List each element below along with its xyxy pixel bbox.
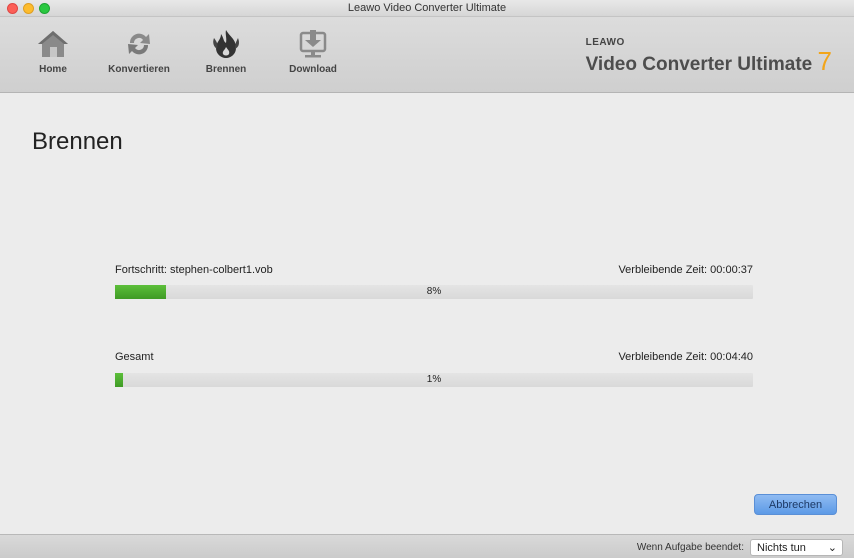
current-progress-bar: 8% bbox=[115, 285, 753, 299]
page-title: Brennen bbox=[32, 128, 123, 155]
total-time-caption: Verbleibende Zeit: bbox=[618, 351, 708, 363]
current-time-caption: Verbleibende Zeit: bbox=[618, 264, 708, 276]
home-icon bbox=[38, 31, 68, 57]
chevron-down-icon: ⌄ bbox=[827, 542, 837, 554]
toolbar-burn-label: Brennen bbox=[205, 64, 247, 75]
download-icon bbox=[299, 30, 327, 58]
total-remaining-time: Verbleibende Zeit: 00:04:40 bbox=[618, 351, 753, 363]
toolbar-download-button[interactable]: Download bbox=[273, 25, 353, 85]
cancel-button[interactable]: Abbrechen bbox=[754, 494, 837, 515]
convert-icon bbox=[128, 33, 150, 55]
total-progress-label: Gesamt bbox=[115, 351, 154, 363]
brand-version: 7 bbox=[817, 46, 832, 76]
main-toolbar: Home Konvertieren Brennen Download LEAWO bbox=[0, 17, 854, 93]
toolbar-convert-button[interactable]: Konvertieren bbox=[99, 25, 179, 85]
toolbar-home-button[interactable]: Home bbox=[13, 25, 93, 85]
status-bar: Wenn Aufgabe beendet: Nichts tun ⌄ bbox=[0, 534, 854, 558]
toolbar-download-label: Download bbox=[289, 64, 337, 75]
toolbar-burn-button[interactable]: Brennen bbox=[186, 25, 266, 85]
current-file-name: stephen-colbert1.vob bbox=[170, 264, 273, 276]
brand-product-name: Video Converter Ultimate bbox=[585, 54, 813, 75]
after-task-label: Wenn Aufgabe beendet: bbox=[636, 542, 744, 553]
total-progress-bar: 1% bbox=[115, 373, 753, 387]
total-time-value: 00:04:40 bbox=[710, 351, 753, 363]
after-task-select[interactable]: Nichts tun ⌄ bbox=[750, 539, 843, 556]
current-progress-percent: 8% bbox=[426, 286, 442, 297]
burn-icon bbox=[213, 30, 239, 58]
window-title: Leawo Video Converter Ultimate bbox=[347, 2, 507, 14]
total-progress-percent: 1% bbox=[426, 374, 442, 385]
window-titlebar: Leawo Video Converter Ultimate bbox=[0, 0, 854, 17]
brand-product: Video Converter Ultimate 7 bbox=[586, 46, 832, 77]
current-progress-label: Fortschritt: stephen-colbert1.vob bbox=[115, 264, 273, 276]
toolbar-home-label: Home bbox=[39, 64, 67, 75]
toolbar-convert-label: Konvertieren bbox=[108, 64, 170, 75]
current-progress-caption: Fortschritt: bbox=[115, 264, 167, 276]
brand-logo: LEAWO Video Converter Ultimate 7 bbox=[586, 37, 832, 77]
current-time-value: 00:00:37 bbox=[710, 264, 753, 276]
current-remaining-time: Verbleibende Zeit: 00:00:37 bbox=[618, 264, 753, 276]
after-task-selected-option: Nichts tun bbox=[757, 542, 806, 554]
